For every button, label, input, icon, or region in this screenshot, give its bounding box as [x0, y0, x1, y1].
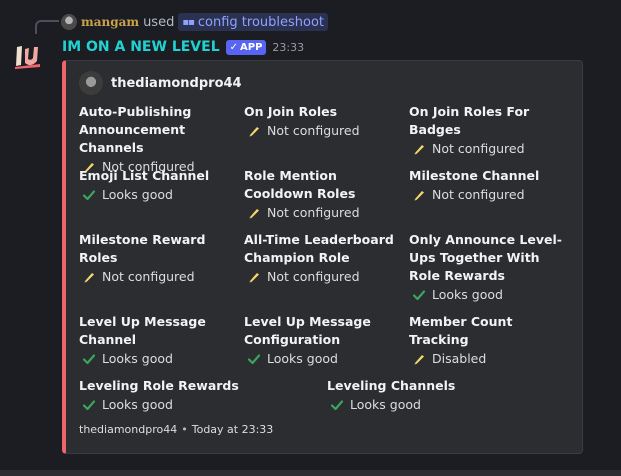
message-timestamp[interactable]: 23:33: [272, 41, 304, 54]
field-on-join-roles: On Join Roles Not configured: [244, 104, 360, 138]
bot-username[interactable]: IM ON A NEW LEVEL: [62, 39, 220, 55]
embed-author: thediamondpro44: [79, 71, 242, 95]
troubleshoot-embed: thediamondpro44 Auto-Publishing Announce…: [62, 60, 583, 454]
reply-username[interactable]: mangam: [81, 15, 139, 29]
command-name: config troubleshoot: [197, 14, 325, 30]
field-role-mention-cooldown: Role Mention Cooldown Roles Not configur…: [244, 168, 360, 220]
slash-command-chip[interactable]: ▪▪ config troubleshoot: [178, 13, 329, 31]
pencil-icon: [84, 273, 94, 283]
reply-used-label: used: [143, 14, 175, 30]
field-level-up-message-configuration: Level Up Message Configuration Looks goo…: [244, 314, 371, 366]
reply-user-avatar[interactable]: [61, 14, 77, 30]
check-icon: [412, 290, 426, 301]
footer-author: thediamondpro44: [79, 423, 178, 436]
field-milestone-reward-roles: Milestone Reward Roles Not configured: [79, 232, 206, 284]
pencil-icon: [414, 355, 424, 365]
check-icon: [247, 354, 261, 365]
bottom-divider: [0, 470, 621, 476]
command-icon: ▪▪: [182, 16, 195, 28]
reply-reference[interactable]: mangam used ▪▪ config troubleshoot: [61, 12, 329, 32]
field-leveling-role-rewards: Leveling Role Rewards Looks good: [79, 378, 239, 412]
pencil-icon: [249, 127, 259, 137]
field-on-join-roles-badges: On Join Roles For Badges Not configured: [409, 104, 530, 156]
footer-timestamp: Today at 23:33: [191, 423, 274, 436]
field-member-count-tracking: Member Count Tracking Disabled: [409, 314, 513, 366]
field-milestone-channel: Milestone Channel Not configured: [409, 168, 540, 202]
author-name: thediamondpro44: [111, 75, 242, 91]
pencil-icon: [249, 273, 259, 283]
footer-separator: •: [181, 423, 188, 436]
field-level-up-message-channel: Level Up Message Channel Looks good: [79, 314, 206, 366]
bot-avatar[interactable]: [12, 40, 44, 72]
author-avatar: [79, 71, 103, 95]
pencil-icon: [414, 191, 424, 201]
field-announce-level-ups: Only Announce Level-Ups Together With Ro…: [409, 232, 562, 302]
field-leveling-channels: Leveling Channels Looks good: [327, 378, 456, 412]
field-emoji-list-channel: Emoji List Channel Looks good: [79, 168, 210, 202]
reply-connector: [35, 20, 59, 34]
pencil-icon: [249, 209, 259, 219]
app-badge: ✓ APP: [225, 39, 267, 55]
check-icon: [82, 190, 96, 201]
message-header: IM ON A NEW LEVEL ✓ APP 23:33: [62, 37, 304, 57]
embed-footer: thediamondpro44 • Today at 23:33: [79, 423, 273, 436]
pencil-icon: [414, 145, 424, 155]
field-auto-publishing: Auto-Publishing Announcement Channels No…: [79, 104, 195, 174]
check-icon: [82, 400, 96, 411]
check-icon: [330, 400, 344, 411]
field-leaderboard-champion-role: All-Time Leaderboard Champion Role Not c…: [244, 232, 394, 284]
verified-check-icon: ✓: [229, 41, 239, 53]
check-icon: [82, 354, 96, 365]
